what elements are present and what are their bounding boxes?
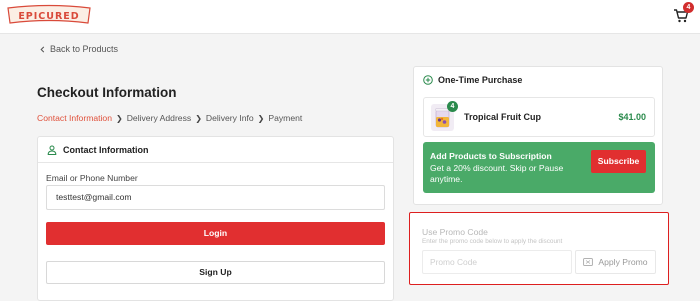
cart-count-badge: 4 — [683, 2, 694, 13]
email-phone-input[interactable]: testtest@gmail.com — [46, 185, 385, 210]
subscription-upsell-banner: Add Products to Subscription Get a 20% d… — [423, 142, 655, 193]
step-payment[interactable]: Payment — [268, 113, 302, 123]
promo-code-subtitle: Enter the promo code below to apply the … — [422, 238, 563, 245]
email-phone-label: Email or Phone Number — [46, 173, 138, 183]
apply-promo-label: Apply Promo — [598, 257, 648, 267]
subscribe-button[interactable]: Subscribe — [591, 150, 646, 173]
logo-text: EPICURED — [18, 11, 79, 22]
sign-up-button[interactable]: Sign Up — [46, 261, 385, 284]
plus-circle-icon — [423, 75, 433, 85]
contact-card-header: Contact Information — [38, 137, 393, 163]
order-summary-card: One-Time Purchase 4 Tropical Fruit Cup $… — [413, 66, 663, 205]
one-time-purchase-title: One-Time Purchase — [438, 75, 523, 85]
user-icon — [47, 145, 57, 155]
quantity-badge: 4 — [447, 101, 458, 112]
checkout-steps-breadcrumb: Contact Information ❯ Delivery Address ❯… — [37, 113, 302, 123]
top-header: EPICURED 4 — [0, 0, 700, 34]
chevron-right-icon: ❯ — [116, 113, 123, 123]
step-delivery-info[interactable]: Delivery Info — [206, 113, 254, 123]
promo-code-input[interactable]: Promo Code — [422, 250, 572, 274]
back-to-products-link[interactable]: Back to Products — [39, 44, 118, 54]
product-price: $41.00 — [618, 112, 646, 122]
one-time-purchase-header: One-Time Purchase — [423, 75, 522, 85]
promo-code-section: Use Promo Code Enter the promo code belo… — [409, 212, 669, 285]
step-delivery-address[interactable]: Delivery Address — [127, 113, 191, 123]
chevron-left-icon — [40, 46, 45, 52]
page-title: Checkout Information — [37, 85, 177, 100]
epicured-logo[interactable]: EPICURED — [6, 4, 92, 26]
promo-code-title: Use Promo Code — [422, 227, 488, 237]
product-name: Tropical Fruit Cup — [464, 112, 542, 122]
chevron-right-icon: ❯ — [195, 113, 202, 123]
login-button[interactable]: Login — [46, 222, 385, 245]
back-link-label: Back to Products — [50, 44, 119, 54]
subscription-title: Add Products to Subscription — [430, 151, 552, 161]
contact-card-title: Contact Information — [63, 144, 149, 155]
apply-promo-button[interactable]: Apply Promo — [575, 250, 656, 274]
step-contact-information[interactable]: Contact Information — [37, 113, 112, 123]
ticket-icon — [583, 258, 594, 266]
contact-information-card: Contact Information Email or Phone Numbe… — [37, 136, 394, 301]
subscription-description: Get a 20% discount. Skip or Pause anytim… — [430, 163, 564, 184]
chevron-right-icon: ❯ — [257, 113, 265, 123]
product-line-item: 4 Tropical Fruit Cup $41.00 — [423, 97, 655, 137]
